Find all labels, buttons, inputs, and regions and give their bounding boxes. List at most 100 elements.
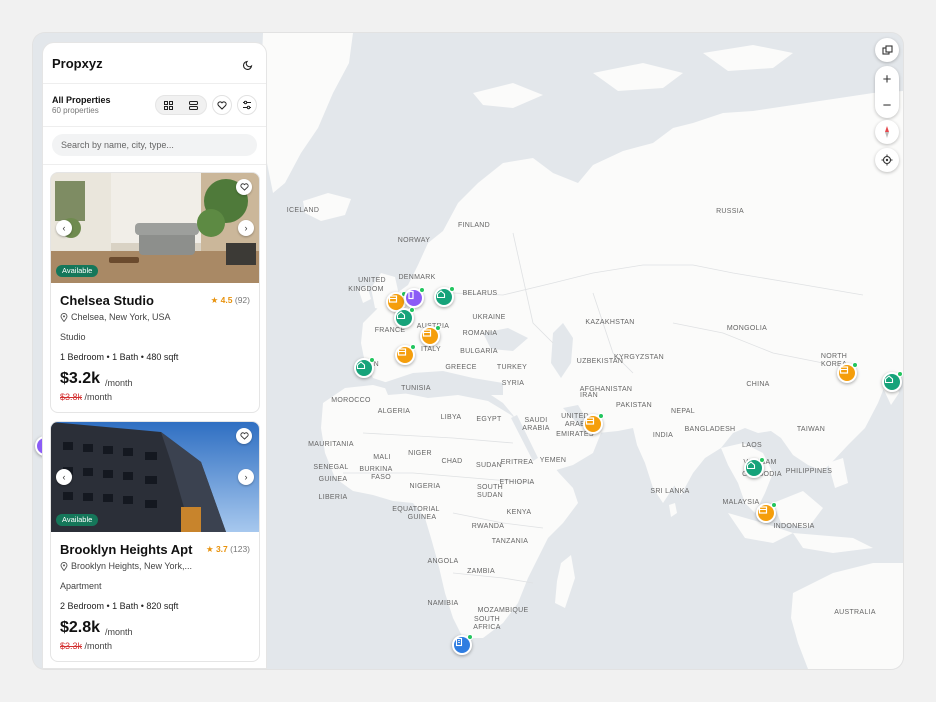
property-specs: 2 Bedroom • 1 Bath • 820 sqft: [60, 601, 179, 611]
map-country-label: LIBYA: [441, 414, 462, 421]
divider: [43, 83, 266, 84]
map-country-label: SUDAN: [476, 462, 502, 469]
map-country-label: PAKISTAN: [616, 402, 652, 409]
theme-toggle[interactable]: [240, 56, 256, 72]
photo-next-button[interactable]: ›: [238, 469, 254, 485]
map-country-label: MALAYSIA: [723, 499, 760, 506]
property-rating: ★ 3.7 (123): [206, 544, 250, 555]
photo-prev-button[interactable]: ‹: [56, 469, 72, 485]
favorite-button[interactable]: [236, 428, 252, 444]
map-pin-orange[interactable]: [756, 502, 777, 523]
grid-view-button[interactable]: [156, 96, 181, 114]
property-card[interactable]: ‹ › Available Chelsea Studio ★ 4.5 (92) …: [50, 172, 260, 413]
locate-button[interactable]: [875, 148, 899, 172]
property-price: $3.2k: [60, 370, 101, 387]
map-country-label: UNITED: [358, 277, 386, 284]
property-title: Brooklyn Heights Apt: [60, 542, 193, 557]
map-country-label: INDONESIA: [773, 523, 814, 530]
property-location: Brooklyn Heights, New York,...: [60, 561, 192, 571]
map-pin-green[interactable]: [744, 457, 765, 478]
map-country-label: SOUTH: [477, 484, 503, 491]
list-view-button[interactable]: [181, 96, 206, 114]
map-pin-orange[interactable]: [420, 325, 441, 346]
map-country-label: SENEGAL: [313, 464, 348, 471]
map-country-label: AFRICA: [473, 624, 500, 631]
map-country-label: ITALY: [421, 346, 441, 353]
zoom-in-button[interactable]: +: [875, 66, 899, 92]
map-country-label: ICELAND: [287, 207, 319, 214]
property-location: Chelsea, New York, USA: [60, 312, 171, 322]
map-country-label: CHINA: [746, 381, 769, 388]
map-country-label: GUINEA: [319, 476, 348, 483]
map-country-label: LIBERIA: [319, 494, 348, 501]
map-country-label: DENMARK: [398, 274, 435, 281]
map-country-label: CHAD: [441, 458, 462, 465]
photo-next-button[interactable]: ›: [238, 220, 254, 236]
old-price: $3.3k /month: [60, 641, 112, 651]
listing-heading: All Properties: [52, 95, 111, 105]
map-country-label: ALGERIA: [378, 408, 410, 415]
map-pin-orange[interactable]: [395, 344, 416, 365]
map-country-label: ETHIOPIA: [499, 479, 534, 486]
map-country-label: AUSTRALIA: [834, 609, 876, 616]
location-text: Chelsea, New York, USA: [71, 312, 171, 322]
map-country-label: FASO: [371, 474, 391, 481]
layers-button[interactable]: [875, 38, 899, 62]
map-country-label: NORWAY: [398, 237, 430, 244]
map-country-label: ANGOLA: [428, 558, 459, 565]
map-pin-blue[interactable]: [452, 634, 473, 655]
map-country-label: GUINEA: [408, 514, 437, 521]
divider: [43, 164, 266, 165]
rating-value: 3.7: [215, 544, 228, 554]
favorite-button[interactable]: [236, 179, 252, 195]
moon-icon: [242, 60, 252, 70]
map-pin-orange[interactable]: [583, 413, 604, 434]
app-logo: Propxyz: [52, 56, 103, 71]
heart-icon: [217, 100, 227, 110]
map-country-label: ROMANIA: [463, 330, 498, 337]
map-country-label: BELARUS: [463, 290, 498, 297]
map-pin-purple[interactable]: [404, 287, 425, 308]
map-country-label: MONGOLIA: [727, 325, 767, 332]
map-pin-orange[interactable]: [837, 362, 858, 383]
old-price-value: $3.8k: [60, 392, 83, 402]
star-icon: ★: [210, 295, 219, 305]
locate-icon: [881, 154, 893, 166]
sliders-icon: [243, 100, 251, 110]
map-country-label: ARABIA: [522, 425, 550, 432]
layers-icon: [881, 44, 893, 55]
favorites-button[interactable]: [212, 95, 232, 115]
map-country-label: KENYA: [507, 509, 532, 516]
search-input[interactable]: [52, 134, 257, 156]
map-pin-green[interactable]: [354, 357, 375, 378]
zoom-out-button[interactable]: −: [875, 92, 899, 118]
map-pin-green[interactable]: [394, 307, 415, 328]
map-country-label: NIGER: [408, 450, 432, 457]
heart-icon: [239, 183, 249, 191]
map-country-label: EGYPT: [476, 416, 502, 423]
map-country-label: FRANCE: [375, 327, 406, 334]
map-country-label: UKRAINE: [472, 314, 505, 321]
map-country-label: NEPAL: [671, 408, 695, 415]
location-pin-icon: [60, 561, 68, 571]
location-text: Brooklyn Heights, New York,...: [71, 561, 193, 571]
photo-prev-button[interactable]: ‹: [56, 220, 72, 236]
map-pin-green[interactable]: [434, 286, 455, 307]
map-country-label: INDIA: [653, 432, 673, 439]
map-country-label: TANZANIA: [492, 538, 529, 545]
divider: [43, 126, 266, 127]
star-icon: ★: [205, 544, 214, 554]
property-card[interactable]: ‹ › Available Brooklyn Heights Apt ★ 3.7…: [50, 421, 260, 662]
map-pin-green[interactable]: [882, 371, 903, 392]
compass-button[interactable]: [875, 120, 899, 144]
price-period: /month: [105, 627, 133, 637]
map-country-label: GREECE: [445, 364, 476, 371]
map-country-label: ERITREA: [501, 459, 533, 466]
compass-icon: [885, 126, 889, 138]
old-price: $3.8k /month: [60, 392, 112, 402]
status-badge: Available: [56, 514, 99, 526]
map-country-label: MOROCCO: [331, 397, 371, 404]
map-country-label: NIGERIA: [410, 483, 441, 490]
review-count: (123): [230, 544, 250, 554]
filters-button[interactable]: [237, 95, 257, 115]
